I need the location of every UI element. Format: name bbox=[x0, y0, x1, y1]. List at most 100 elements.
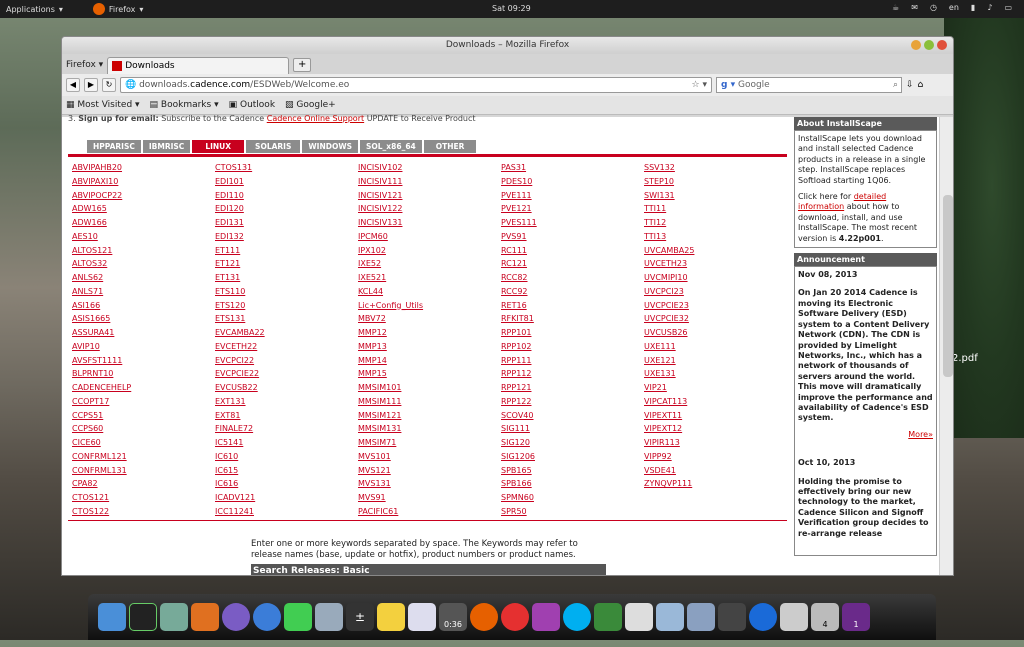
vertical-scrollbar[interactable] bbox=[939, 117, 953, 575]
red-app-icon[interactable] bbox=[501, 603, 529, 631]
planet-icon[interactable] bbox=[222, 603, 250, 631]
release-link[interactable]: SPMN60 bbox=[501, 491, 644, 505]
release-link[interactable]: CCPS51 bbox=[72, 409, 215, 423]
release-link[interactable]: EXT131 bbox=[215, 395, 358, 409]
release-link[interactable]: AES10 bbox=[72, 230, 215, 244]
release-link[interactable]: CONFRML121 bbox=[72, 450, 215, 464]
release-link[interactable]: IC615 bbox=[215, 464, 358, 478]
release-link[interactable]: RCC92 bbox=[501, 285, 644, 299]
release-link[interactable]: CTOS131 bbox=[215, 161, 358, 175]
terminal-icon[interactable] bbox=[129, 603, 157, 631]
release-link[interactable]: EDI131 bbox=[215, 216, 358, 230]
release-link[interactable]: IPCM60 bbox=[358, 230, 501, 244]
document-icon[interactable] bbox=[408, 603, 436, 631]
release-link[interactable]: VIPEXT11 bbox=[644, 409, 787, 423]
release-link[interactable]: SWI131 bbox=[644, 189, 787, 203]
release-link[interactable]: AVSFST1111 bbox=[72, 354, 215, 368]
release-link[interactable]: VIPIR113 bbox=[644, 436, 787, 450]
site-identity-icon[interactable]: 🌐 bbox=[125, 78, 136, 92]
release-link[interactable]: ET131 bbox=[215, 271, 358, 285]
release-link[interactable]: MMSIM71 bbox=[358, 436, 501, 450]
scanner-icon[interactable] bbox=[315, 603, 343, 631]
editor-icon[interactable] bbox=[780, 603, 808, 631]
release-link[interactable]: IC616 bbox=[215, 477, 358, 491]
release-link[interactable]: MMP14 bbox=[358, 354, 501, 368]
release-link[interactable]: UXE111 bbox=[644, 340, 787, 354]
search-icon[interactable]: ⌕ bbox=[893, 80, 898, 90]
tab-solaris[interactable]: SOLARIS bbox=[246, 140, 301, 153]
volume-icon[interactable]: ♪ bbox=[987, 3, 992, 12]
release-link[interactable]: PVE121 bbox=[501, 202, 644, 216]
release-link[interactable]: ZYNQVP111 bbox=[644, 477, 787, 491]
release-link[interactable]: EDI101 bbox=[215, 175, 358, 189]
downloads-icon[interactable]: ⇩ bbox=[906, 80, 914, 90]
release-link[interactable]: RFKIT81 bbox=[501, 312, 644, 326]
network-icon[interactable]: ▮ bbox=[971, 3, 975, 12]
swirl-icon[interactable] bbox=[253, 603, 281, 631]
bookmark-star-icon[interactable]: ☆ ▾ bbox=[692, 78, 707, 92]
release-link[interactable]: ASI166 bbox=[72, 299, 215, 313]
release-link[interactable]: AVIP10 bbox=[72, 340, 215, 354]
release-link[interactable]: UVCUSB26 bbox=[644, 326, 787, 340]
applications-menu[interactable]: Applications bbox=[6, 5, 55, 14]
release-link[interactable]: CTOS122 bbox=[72, 505, 215, 519]
more-link[interactable]: More» bbox=[908, 430, 933, 439]
release-link[interactable]: RET16 bbox=[501, 299, 644, 313]
release-link[interactable]: IC5141 bbox=[215, 436, 358, 450]
release-link[interactable]: ADW166 bbox=[72, 216, 215, 230]
release-link[interactable]: EVCAMBA22 bbox=[215, 326, 358, 340]
release-link[interactable]: PVE111 bbox=[501, 189, 644, 203]
release-link[interactable]: ICC11241 bbox=[215, 505, 358, 519]
release-link[interactable]: FINALE72 bbox=[215, 422, 358, 436]
firefox-dock-icon[interactable] bbox=[470, 603, 498, 631]
tab-linux[interactable]: LINUX bbox=[192, 140, 245, 153]
release-link[interactable]: PVES111 bbox=[501, 216, 644, 230]
release-link[interactable]: UXE121 bbox=[644, 354, 787, 368]
release-link[interactable]: ABVIPOCP22 bbox=[72, 189, 215, 203]
windows-app-icon[interactable] bbox=[594, 603, 622, 631]
tab-downloads[interactable]: Downloads bbox=[107, 57, 290, 74]
release-link[interactable]: PACIFIC61 bbox=[358, 505, 501, 519]
timer-icon[interactable]: 0:36 bbox=[439, 603, 467, 631]
release-link[interactable]: MMP15 bbox=[358, 367, 501, 381]
drive-icon[interactable] bbox=[687, 603, 715, 631]
release-link[interactable]: EDI132 bbox=[215, 230, 358, 244]
release-link[interactable]: UVCPCIE23 bbox=[644, 299, 787, 313]
reload-icon[interactable]: ↻ bbox=[102, 78, 116, 92]
release-link[interactable]: ICADV121 bbox=[215, 491, 358, 505]
release-link[interactable]: CPA82 bbox=[72, 477, 215, 491]
home-folder-icon[interactable] bbox=[625, 603, 653, 631]
release-link[interactable]: MVS131 bbox=[358, 477, 501, 491]
release-link[interactable]: KCL44 bbox=[358, 285, 501, 299]
release-link[interactable]: SSV132 bbox=[644, 161, 787, 175]
release-link[interactable]: ETS110 bbox=[215, 285, 358, 299]
trash-icon[interactable]: 4 bbox=[811, 603, 839, 631]
release-link[interactable]: CCOPT17 bbox=[72, 395, 215, 409]
release-link[interactable]: VIPCAT113 bbox=[644, 395, 787, 409]
release-link[interactable]: MBV72 bbox=[358, 312, 501, 326]
release-link[interactable]: IPX102 bbox=[358, 244, 501, 258]
release-link[interactable]: UVCPCI23 bbox=[644, 285, 787, 299]
release-link[interactable]: SIG120 bbox=[501, 436, 644, 450]
tab-ibmrisc[interactable]: IBMRISC bbox=[142, 140, 191, 153]
release-link[interactable]: RPP111 bbox=[501, 354, 644, 368]
release-link[interactable]: UVCETH23 bbox=[644, 257, 787, 271]
release-link[interactable]: INCISIV121 bbox=[358, 189, 501, 203]
online-support-link[interactable]: Cadence Online Support bbox=[267, 114, 364, 123]
release-link[interactable]: UXE131 bbox=[644, 367, 787, 381]
release-link[interactable]: EDI110 bbox=[215, 189, 358, 203]
release-link[interactable]: CICE60 bbox=[72, 436, 215, 450]
finder-icon[interactable] bbox=[98, 603, 126, 631]
release-link[interactable]: MMSIM131 bbox=[358, 422, 501, 436]
release-link[interactable]: PAS31 bbox=[501, 161, 644, 175]
release-link[interactable]: TTI11 bbox=[644, 202, 787, 216]
release-link[interactable]: VIPP92 bbox=[644, 450, 787, 464]
release-link[interactable]: CTOS121 bbox=[72, 491, 215, 505]
tab-other[interactable]: OTHER bbox=[423, 140, 477, 153]
release-link[interactable]: IC610 bbox=[215, 450, 358, 464]
purple-app-icon[interactable] bbox=[532, 603, 560, 631]
gimp-icon[interactable] bbox=[160, 603, 188, 631]
tab-windows[interactable]: WINDOWS bbox=[302, 140, 358, 153]
release-link[interactable]: EXT81 bbox=[215, 409, 358, 423]
release-link[interactable]: ABVIPAXI10 bbox=[72, 175, 215, 189]
